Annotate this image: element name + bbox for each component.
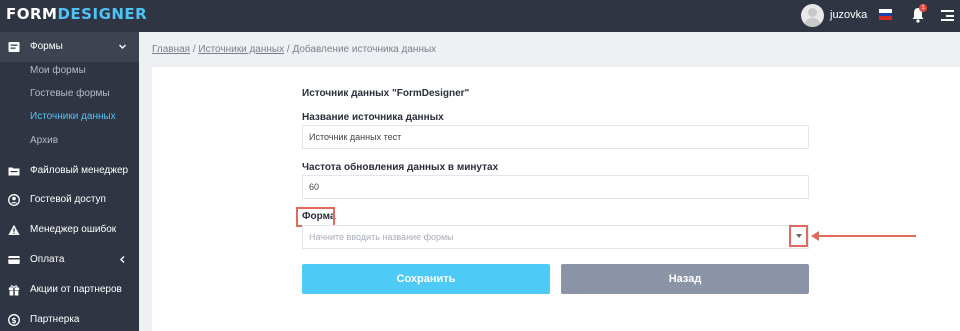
breadcrumb-home-link[interactable]: Главная — [152, 44, 190, 55]
logo-text-form: FORM — [6, 5, 58, 23]
sidebar-item-affiliate[interactable]: $ Партнерка — [0, 305, 139, 331]
avatar-body-shape — [804, 18, 821, 27]
update-frequency-input[interactable]: 60 — [302, 175, 809, 199]
username[interactable]: juzovka — [830, 9, 867, 21]
annotation-arrow-line — [817, 235, 916, 237]
source-name-label: Название источника данных — [302, 112, 444, 123]
notification-badge: 1 — [919, 4, 927, 12]
payment-card-icon — [8, 256, 20, 264]
sidebar-subitem-data-sources[interactable]: Источники данных — [30, 111, 116, 122]
back-button[interactable]: Назад — [561, 264, 809, 294]
sidebar-item-label: Формы — [30, 41, 63, 52]
top-bar: FORMDESIGNER juzovka 1 — [0, 0, 960, 32]
sidebar-item-file-manager[interactable]: Файловый менеджер — [0, 156, 139, 186]
sidebar-item-label: Файловый менеджер — [30, 165, 129, 176]
caret-down-icon[interactable] — [796, 234, 802, 238]
warning-icon — [8, 224, 20, 235]
avatar-head-shape — [808, 8, 817, 17]
russia-flag-icon[interactable] — [879, 9, 892, 21]
form-label-highlight — [296, 207, 335, 227]
form-select-input[interactable]: Начните вводить название формы — [302, 225, 809, 249]
gift-icon — [8, 285, 20, 296]
svg-text:$: $ — [11, 316, 16, 325]
breadcrumb: Главная / Источники данных / Добавление … — [152, 44, 436, 55]
forms-icon — [8, 42, 20, 52]
sidebar-item-partner-offers[interactable]: Акции от партнеров — [0, 275, 139, 305]
app-logo[interactable]: FORMDESIGNER — [6, 5, 147, 23]
content-card — [152, 67, 960, 331]
menu-icon[interactable] — [941, 10, 954, 21]
avatar[interactable] — [801, 4, 824, 27]
dollar-icon: $ — [8, 314, 20, 326]
sidebar-subitem-my-forms[interactable]: Мои формы — [30, 65, 86, 76]
sidebar-item-label: Акции от партнеров — [30, 284, 122, 295]
sidebar-subitem-archive[interactable]: Архив — [30, 135, 58, 146]
form-title: Источник данных "FormDesigner" — [302, 88, 470, 99]
file-manager-icon — [8, 167, 20, 176]
guest-access-icon — [8, 194, 20, 206]
sidebar-item-label: Партнерка — [30, 314, 80, 325]
sidebar-item-label: Менеджер ошибок — [30, 224, 117, 235]
chevron-left-icon — [120, 256, 125, 263]
chevron-down-icon — [119, 44, 126, 49]
sidebar-subitem-guest-forms[interactable]: Гостевые формы — [30, 88, 110, 99]
update-frequency-label: Частота обновления данных в минутах — [302, 162, 499, 173]
sidebar: Формы Мои формы Гостевые формы Источники… — [0, 32, 139, 331]
save-button[interactable]: Сохранить — [302, 264, 550, 294]
sidebar-item-label: Гостевой доступ — [30, 194, 106, 205]
sidebar-item-label: Оплата — [30, 254, 65, 265]
breadcrumb-current: Добавление источника данных — [292, 44, 437, 55]
source-name-input[interactable]: Источник данных тест — [302, 125, 809, 149]
logo-text-designer: DESIGNER — [57, 5, 148, 23]
breadcrumb-data-sources-link[interactable]: Источники данных — [198, 44, 284, 55]
sidebar-item-payment[interactable]: Оплата — [0, 245, 139, 275]
sidebar-item-guest-access[interactable]: Гостевой доступ — [0, 185, 139, 215]
sidebar-item-forms[interactable]: Формы — [0, 32, 139, 62]
sidebar-item-error-manager[interactable]: Менеджер ошибок — [0, 215, 139, 245]
